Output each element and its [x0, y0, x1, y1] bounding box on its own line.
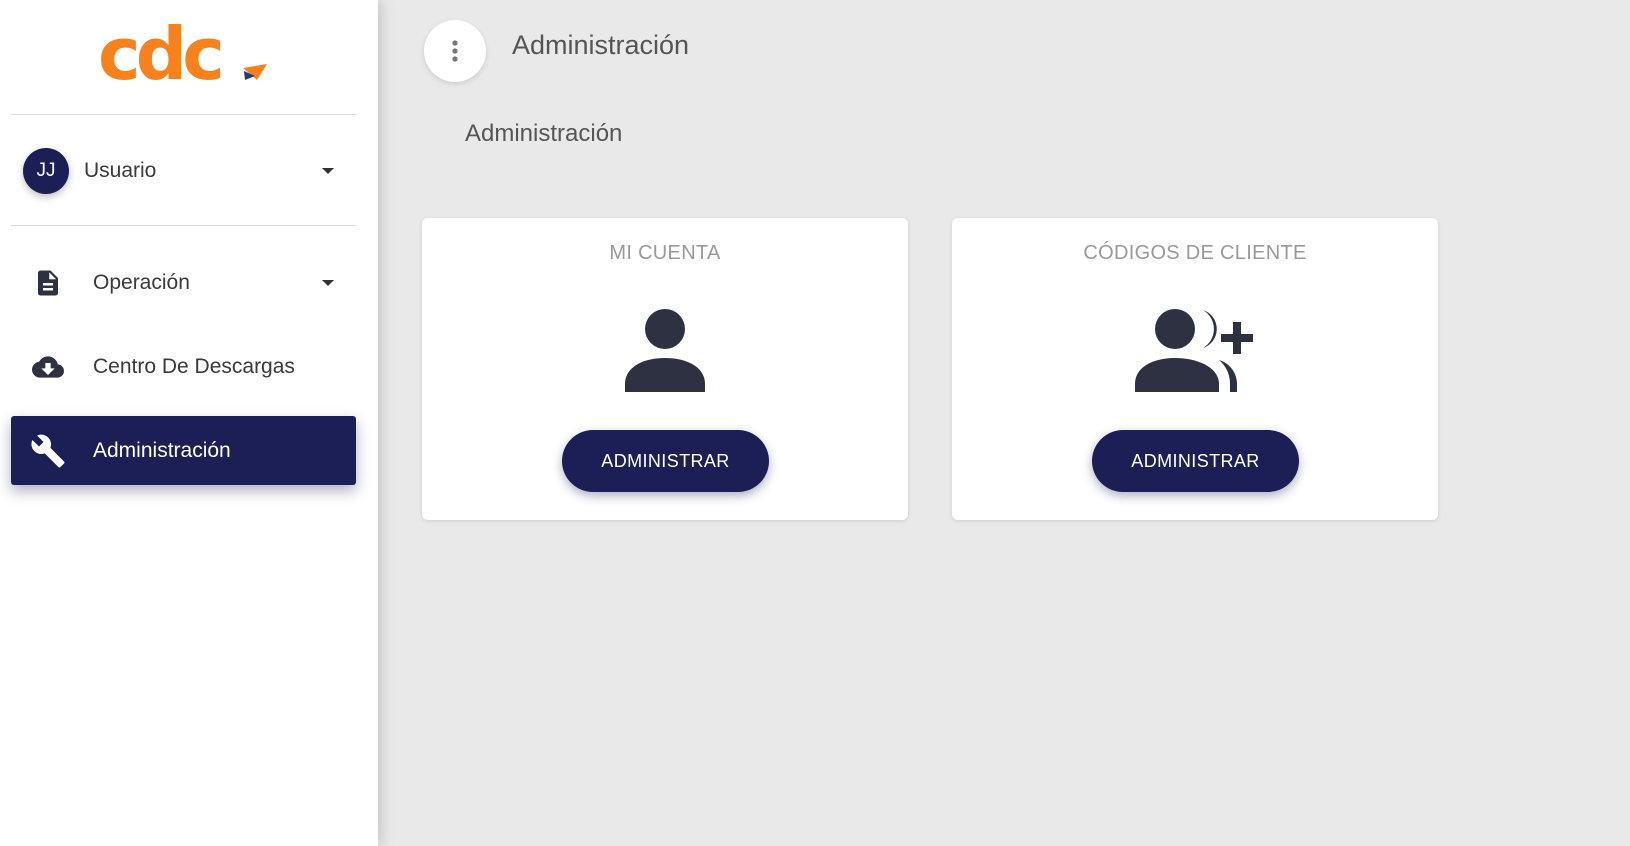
- page-title: Administración: [512, 30, 690, 60]
- group-add-icon: [952, 308, 1438, 394]
- sidebar-item-operacion[interactable]: Operación: [11, 248, 356, 317]
- cloud-download-icon: [30, 349, 66, 385]
- logo-arrow-icon: [243, 64, 267, 80]
- sidebar-divider: [11, 225, 356, 226]
- more-vert-icon: [452, 40, 458, 62]
- cdc-logo[interactable]: cdc: [98, 12, 273, 96]
- user-menu[interactable]: JJ Usuario: [11, 139, 356, 203]
- more-options-button[interactable]: [424, 20, 486, 82]
- section-title: Administración: [465, 120, 623, 147]
- sidebar-item-centro-de-descargas[interactable]: Centro De Descargas: [11, 332, 356, 401]
- app-root: cdc JJ Usuario Operación Centro De Desca…: [0, 0, 1630, 846]
- caret-down-icon: [322, 279, 334, 286]
- caret-down-icon: [322, 168, 334, 174]
- sidebar: cdc JJ Usuario Operación Centro De Desca…: [0, 0, 378, 846]
- person-icon: [422, 308, 908, 394]
- sidebar-item-label: Administración: [93, 438, 231, 462]
- card-codigos-de-cliente: CÓDIGOS DE CLIENTE ADMINISTRAR: [952, 218, 1438, 520]
- card-title: MI CUENTA: [609, 242, 721, 264]
- administrar-button[interactable]: ADMINISTRAR: [1092, 430, 1299, 492]
- sidebar-item-administracion[interactable]: Administración: [11, 416, 356, 485]
- sidebar-item-label: Centro De Descargas: [93, 354, 295, 378]
- avatar: JJ: [23, 148, 69, 194]
- wrench-icon: [30, 433, 66, 469]
- user-name: Usuario: [84, 159, 157, 182]
- logo-text: cdc: [98, 12, 225, 96]
- sidebar-divider: [11, 114, 356, 115]
- sidebar-item-label: Operación: [93, 270, 190, 294]
- administrar-button[interactable]: ADMINISTRAR: [562, 430, 769, 492]
- card-mi-cuenta: MI CUENTA ADMINISTRAR: [422, 218, 908, 520]
- card-title: CÓDIGOS DE CLIENTE: [1083, 242, 1307, 264]
- document-icon: [30, 265, 66, 301]
